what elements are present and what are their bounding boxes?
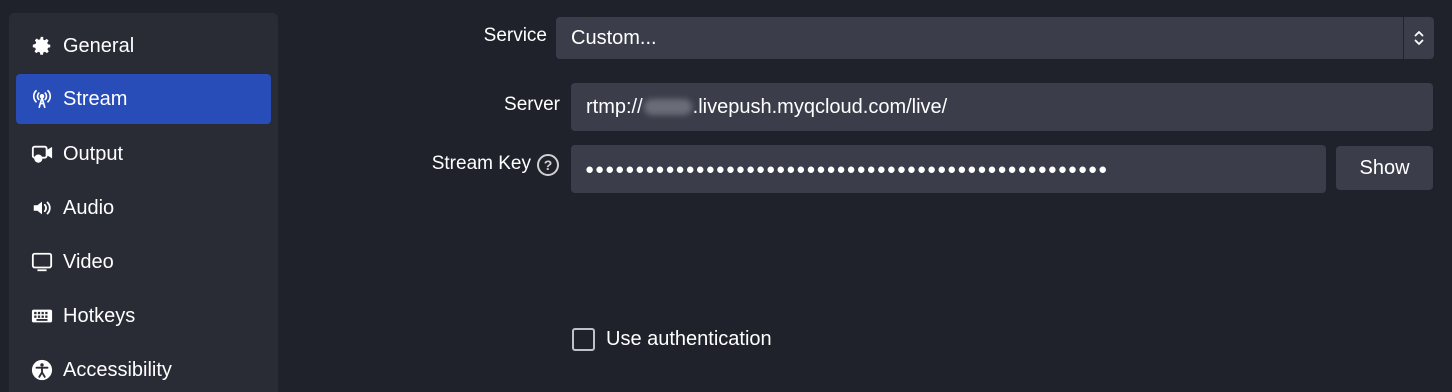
help-icon[interactable]: ? xyxy=(537,154,559,176)
sidebar-item-label: Audio xyxy=(63,196,115,219)
sidebar-item-output[interactable]: Output xyxy=(16,129,271,179)
redacted-blur xyxy=(643,99,692,115)
server-prefix: rtmp:// xyxy=(586,95,643,118)
server-label: Server xyxy=(504,94,560,115)
server-input[interactable]: rtmp:// .livepush.myqcloud.com/live/ xyxy=(571,83,1433,131)
sidebar-item-label: Hotkeys xyxy=(63,304,136,327)
sidebar-item-label: General xyxy=(63,34,135,57)
monitor-icon xyxy=(30,250,54,274)
use-authentication-checkbox[interactable] xyxy=(572,328,595,351)
sidebar-item-audio[interactable]: Audio xyxy=(16,183,271,233)
sidebar-item-label: Output xyxy=(63,142,124,165)
settings-sidebar: General Stream Output Audio Video Hotkey… xyxy=(9,13,278,392)
service-label: Service xyxy=(483,25,547,46)
sidebar-item-video[interactable]: Video xyxy=(16,237,271,287)
keyboard-icon xyxy=(30,304,54,328)
output-icon xyxy=(30,142,54,166)
settings-window: General Stream Output Audio Video Hotkey… xyxy=(0,0,1452,392)
sidebar-item-label: Stream xyxy=(63,87,128,110)
sidebar-item-label: Video xyxy=(63,250,114,273)
sidebar-item-general[interactable]: General xyxy=(16,21,271,71)
chevron-updown-icon[interactable] xyxy=(1403,17,1434,59)
stream-key-value: ●●●●●●●●●●●●●●●●●●●●●●●●●●●●●●●●●●●●●●●●… xyxy=(585,160,1109,178)
stream-key-input[interactable]: ●●●●●●●●●●●●●●●●●●●●●●●●●●●●●●●●●●●●●●●●… xyxy=(571,145,1326,193)
use-authentication-label[interactable]: Use authentication xyxy=(606,328,772,351)
sidebar-item-accessibility[interactable]: Accessibility xyxy=(16,345,271,392)
sidebar-item-hotkeys[interactable]: Hotkeys xyxy=(16,291,271,341)
stream-key-label: Stream Key xyxy=(431,153,531,174)
antenna-icon xyxy=(30,87,54,111)
show-button[interactable]: Show xyxy=(1336,146,1433,190)
sidebar-item-label: Accessibility xyxy=(63,358,172,381)
sidebar-item-stream[interactable]: Stream xyxy=(16,74,271,124)
service-select[interactable]: Custom... xyxy=(556,17,1434,59)
server-suffix: .livepush.myqcloud.com/live/ xyxy=(692,95,948,118)
speaker-icon xyxy=(30,196,54,220)
gear-icon xyxy=(30,34,54,58)
accessibility-icon xyxy=(30,358,54,382)
service-value: Custom... xyxy=(571,26,657,49)
